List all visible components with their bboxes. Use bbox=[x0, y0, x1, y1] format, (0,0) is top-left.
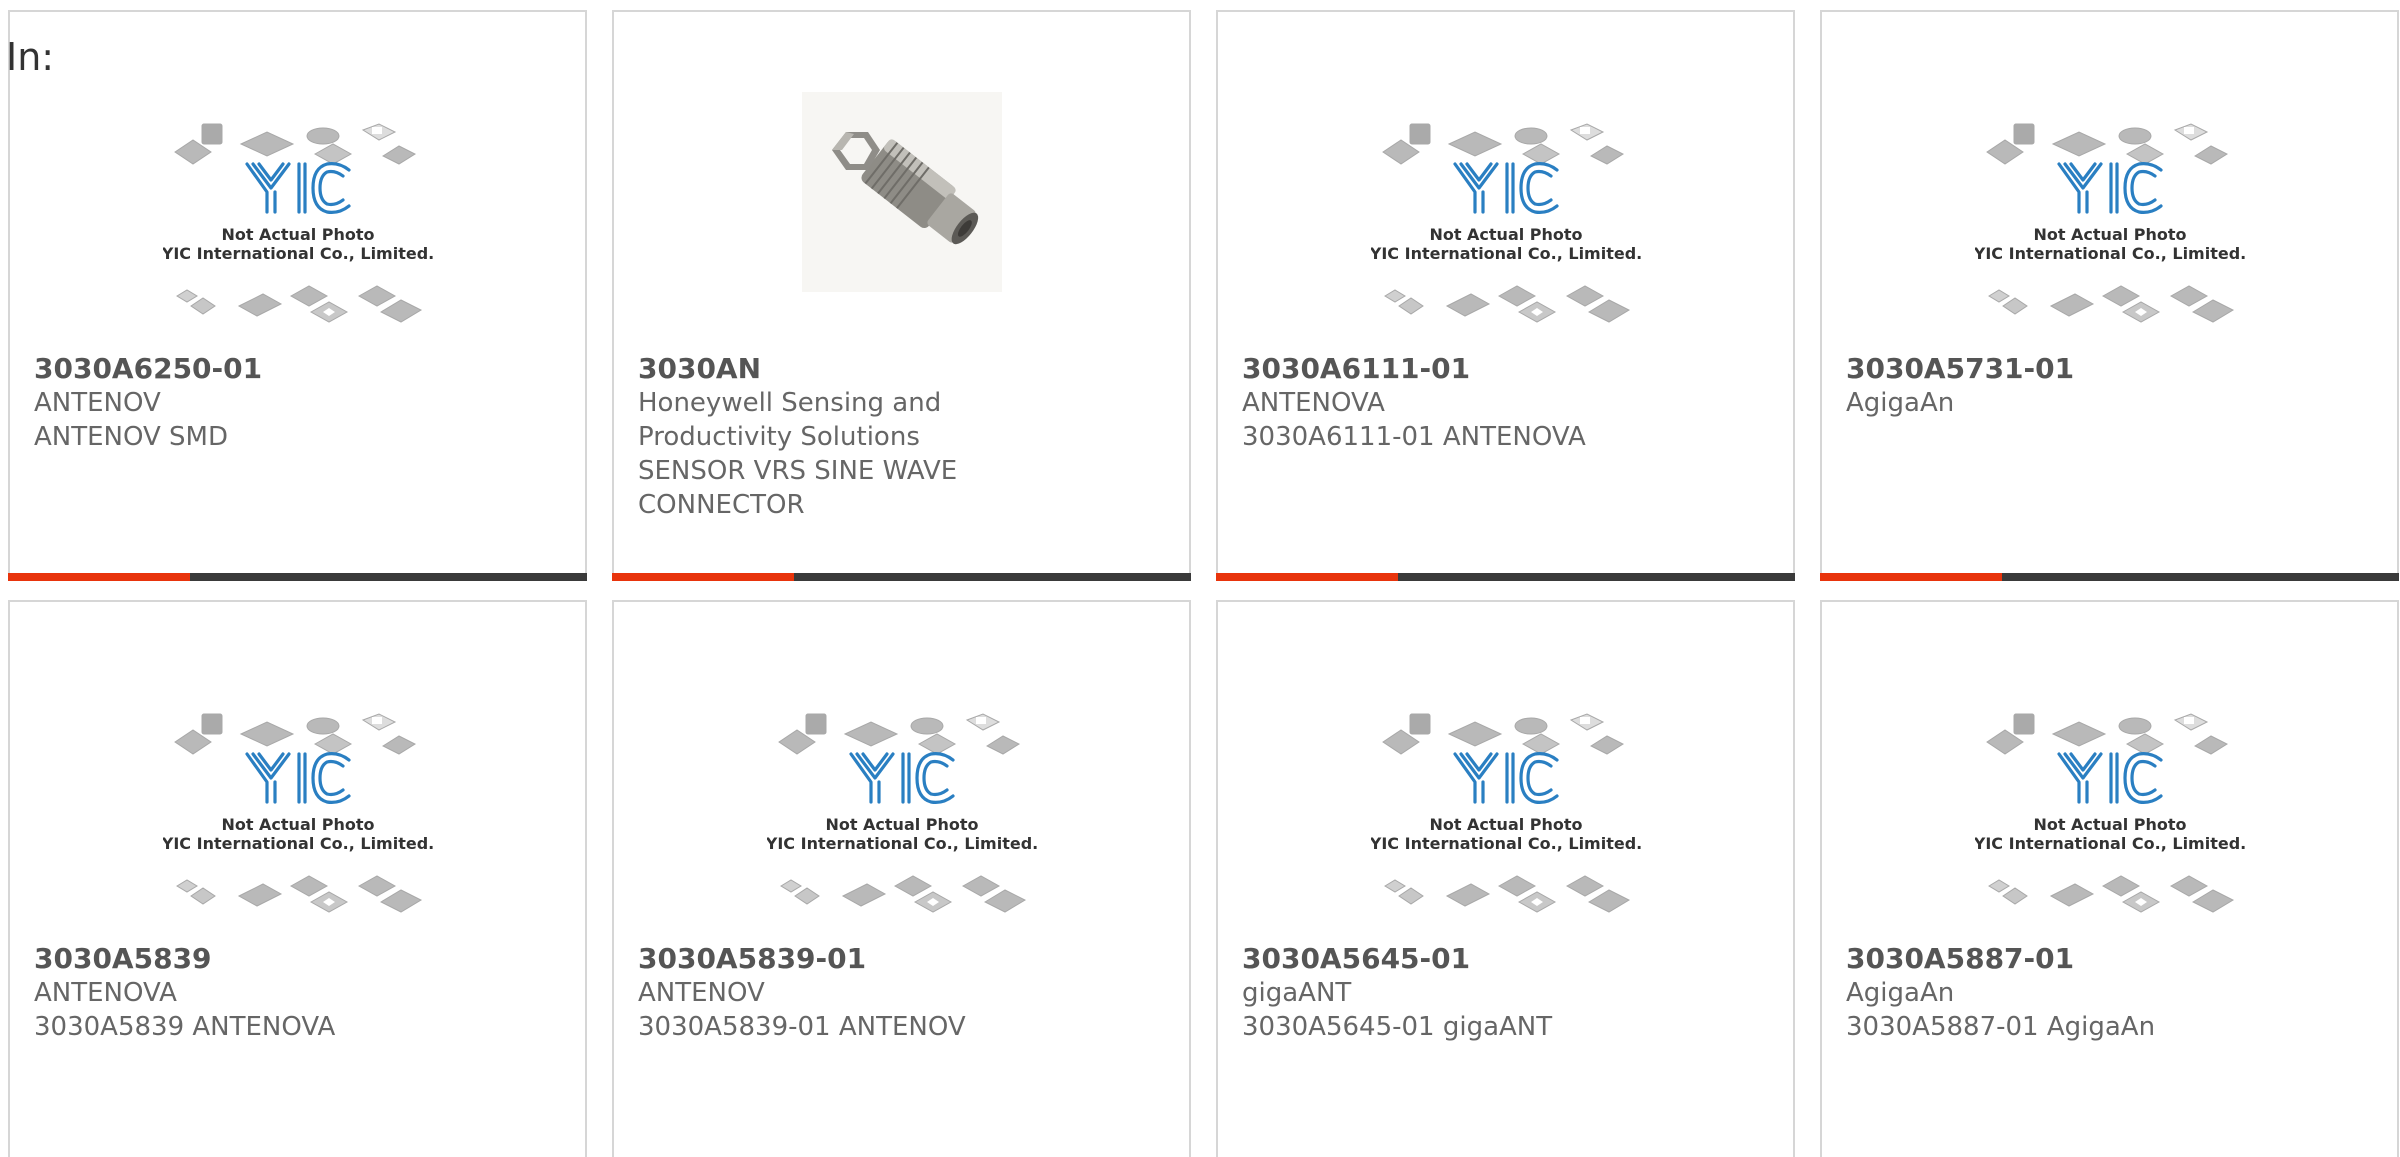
placeholder-caption-line2: YIC International Co., Limited. bbox=[1371, 834, 1641, 853]
placeholder-caption-line2: YIC International Co., Limited. bbox=[1975, 244, 2245, 263]
placeholder-caption-line2: YIC International Co., Limited. bbox=[1371, 244, 1641, 263]
card-accent-bar bbox=[612, 573, 794, 581]
card-accent-bar bbox=[1820, 573, 2002, 581]
product-image[interactable] bbox=[614, 92, 1189, 356]
placeholder-caption-line1: Not Actual Photo bbox=[1429, 815, 1582, 834]
product-description: ANTENOV SMD bbox=[34, 422, 229, 452]
product-card[interactable]: Not Actual Photo YIC International Co., … bbox=[1820, 600, 2399, 1157]
not-actual-photo-placeholder-image: Not Actual Photo YIC International Co., … bbox=[1371, 713, 1641, 913]
not-actual-photo-placeholder-image: Not Actual Photo YIC International Co., … bbox=[163, 123, 433, 323]
product-card[interactable]: Not Actual Photo YIC International Co., … bbox=[8, 10, 587, 581]
product-info: 3030A5839-01 ANTENOV 3030A5839-01 ANTENOV bbox=[638, 942, 1169, 1044]
manufacturer-name: AgigaAn bbox=[1846, 978, 1955, 1008]
not-actual-photo-placeholder-image: Not Actual Photo YIC International Co., … bbox=[767, 713, 1037, 913]
not-actual-photo-placeholder-image: Not Actual Photo YIC International Co., … bbox=[1975, 123, 2245, 323]
manufacturer-name: ANTENOV bbox=[638, 978, 765, 1008]
product-card[interactable]: Not Actual Photo YIC International Co., … bbox=[1216, 10, 1795, 581]
product-info: 3030A5645-01 gigaANT 3030A5645-01 gigaANT bbox=[1242, 942, 1773, 1044]
product-info: 3030A6250-01 ANTENOV ANTENOV SMD bbox=[34, 352, 565, 454]
part-number-link[interactable]: 3030A5731-01 bbox=[1846, 352, 2377, 386]
product-image[interactable]: Not Actual Photo YIC International Co., … bbox=[1822, 690, 2397, 946]
placeholder-caption-line2: YIC International Co., Limited. bbox=[1975, 834, 2245, 853]
card-bottom-bar bbox=[8, 573, 587, 581]
product-info: 3030AN Honeywell Sensing and Productivity … bbox=[638, 352, 1169, 522]
part-number-link[interactable]: 3030A5645-01 bbox=[1242, 942, 1773, 976]
placeholder-caption-line1: Not Actual Photo bbox=[221, 815, 374, 834]
connector-sensor-photo bbox=[801, 92, 1002, 292]
part-number-link[interactable]: 3030A5887-01 bbox=[1846, 942, 2377, 976]
product-description: Productivity Solutions bbox=[638, 422, 920, 452]
product-description: 3030A5887-01 AgigaAn bbox=[1846, 1012, 2156, 1042]
placeholder-caption-line1: Not Actual Photo bbox=[221, 225, 374, 244]
product-image[interactable]: Not Actual Photo YIC International Co., … bbox=[614, 690, 1189, 946]
part-number-link[interactable]: 3030AN bbox=[638, 352, 1169, 386]
part-number-link[interactable]: 3030A6111-01 bbox=[1242, 352, 1773, 386]
manufacturer-name: ANTENOVA bbox=[34, 978, 177, 1008]
product-info: 3030A5731-01 AgigaAn bbox=[1846, 352, 2377, 420]
card-bottom-bar bbox=[1820, 573, 2399, 581]
card-bottom-bar bbox=[612, 573, 1191, 581]
placeholder-caption-line2: YIC International Co., Limited. bbox=[163, 834, 433, 853]
product-image[interactable]: Not Actual Photo YIC International Co., … bbox=[1218, 690, 1793, 946]
product-card[interactable]: Not Actual Photo YIC International Co., … bbox=[612, 600, 1191, 1157]
product-description: 3030A5645-01 gigaANT bbox=[1242, 1012, 1553, 1042]
product-card[interactable]: Not Actual Photo YIC International Co., … bbox=[1820, 10, 2399, 581]
not-actual-photo-placeholder-image: Not Actual Photo YIC International Co., … bbox=[1975, 713, 2245, 913]
product-image[interactable]: Not Actual Photo YIC International Co., … bbox=[1822, 100, 2397, 356]
card-accent-bar bbox=[1216, 573, 1398, 581]
product-description: 3030A5839 ANTENOVA bbox=[34, 1012, 336, 1042]
product-grid: Not Actual Photo YIC International Co., … bbox=[8, 10, 2399, 1157]
product-card[interactable]: 3030AN Honeywell Sensing and Productivity … bbox=[612, 10, 1191, 581]
part-number-link[interactable]: 3030A6250-01 bbox=[34, 352, 565, 386]
manufacturer-name: ANTENOV bbox=[34, 388, 161, 418]
product-description: SENSOR VRS SINE WAVE bbox=[638, 456, 958, 486]
placeholder-caption-line2: YIC International Co., Limited. bbox=[163, 244, 433, 263]
manufacturer-name: gigaANT bbox=[1242, 978, 1352, 1008]
product-info: 3030A5887-01 AgigaAn 3030A5887-01 AgigaAn bbox=[1846, 942, 2377, 1044]
placeholder-caption-line1: Not Actual Photo bbox=[825, 815, 978, 834]
placeholder-caption-line1: Not Actual Photo bbox=[1429, 225, 1582, 244]
placeholder-caption-line2: YIC International Co., Limited. bbox=[767, 834, 1037, 853]
part-number-link[interactable]: 3030A5839-01 bbox=[638, 942, 1169, 976]
placeholder-caption-line1: Not Actual Photo bbox=[2033, 815, 2186, 834]
product-description: 3030A5839-01 ANTENOV bbox=[638, 1012, 966, 1042]
card-bottom-bar bbox=[1216, 573, 1795, 581]
manufacturer-name: AgigaAn bbox=[1846, 388, 1955, 418]
product-card[interactable]: Not Actual Photo YIC International Co., … bbox=[1216, 600, 1795, 1157]
product-info: 3030A6111-01 ANTENOVA 3030A6111-01 ANTENOV… bbox=[1242, 352, 1773, 454]
product-listing-page: In: Not Actual Photo YIC International C… bbox=[0, 0, 2400, 1157]
product-description: 3030A6111-01 ANTENOVA bbox=[1242, 422, 1586, 452]
product-image[interactable]: Not Actual Photo YIC International Co., … bbox=[10, 690, 585, 946]
product-card[interactable]: Not Actual Photo YIC International Co., … bbox=[8, 600, 587, 1157]
placeholder-caption-line1: Not Actual Photo bbox=[2033, 225, 2186, 244]
not-actual-photo-placeholder-image: Not Actual Photo YIC International Co., … bbox=[1371, 123, 1641, 323]
not-actual-photo-placeholder-image: Not Actual Photo YIC International Co., … bbox=[163, 713, 433, 913]
product-description: CONNECTOR bbox=[638, 490, 805, 520]
filter-label: In: bbox=[6, 35, 55, 79]
manufacturer-name: Honeywell Sensing and bbox=[638, 388, 942, 418]
product-image[interactable]: Not Actual Photo YIC International Co., … bbox=[1218, 100, 1793, 356]
card-accent-bar bbox=[8, 573, 190, 581]
manufacturer-name: ANTENOVA bbox=[1242, 388, 1385, 418]
product-info: 3030A5839 ANTENOVA 3030A5839 ANTENOVA bbox=[34, 942, 565, 1044]
product-image[interactable]: Not Actual Photo YIC International Co., … bbox=[10, 100, 585, 356]
part-number-link[interactable]: 3030A5839 bbox=[34, 942, 565, 976]
